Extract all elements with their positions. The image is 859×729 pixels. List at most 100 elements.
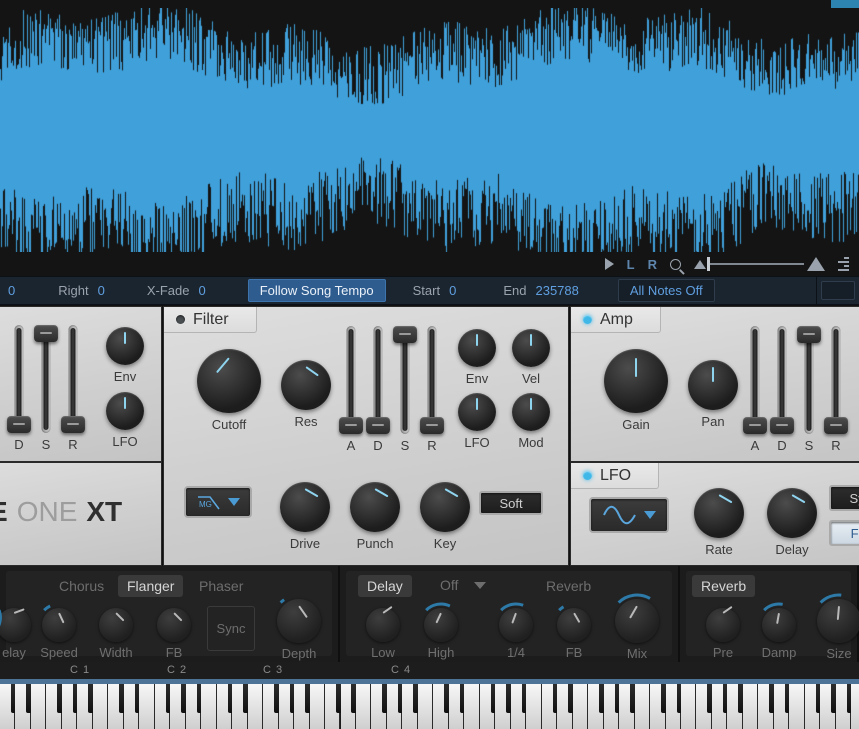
knob-cutoff[interactable]: Cutoff <box>185 349 273 432</box>
knob-dial[interactable] <box>458 329 496 367</box>
knob-dial[interactable] <box>106 392 144 430</box>
right-channel-label[interactable]: R <box>648 257 657 272</box>
knob-dial[interactable] <box>280 482 330 532</box>
white-key[interactable] <box>742 684 759 729</box>
slider-filter-r[interactable]: R <box>419 326 445 453</box>
amp-power-led[interactable] <box>583 315 592 324</box>
chevron-down-icon[interactable] <box>474 581 487 589</box>
slider-filter-d[interactable]: D <box>365 326 391 453</box>
knob-filter-mod[interactable]: Mod <box>503 393 559 450</box>
slider-filter-s[interactable]: S <box>392 326 418 453</box>
all-notes-off-button[interactable]: All Notes Off <box>617 279 715 302</box>
white-key[interactable] <box>247 684 264 729</box>
knob-punch[interactable]: Punch <box>337 482 413 551</box>
knob-filter-env[interactable]: Env <box>449 329 505 386</box>
soft-button[interactable]: Soft <box>479 491 543 515</box>
white-key[interactable] <box>572 684 589 729</box>
knob-dial[interactable] <box>0 608 31 642</box>
white-key[interactable] <box>92 684 109 729</box>
end-field[interactable]: End 235788 <box>503 283 579 298</box>
slider-r-left[interactable]: R <box>60 325 86 452</box>
slider-thumb[interactable] <box>824 417 848 434</box>
xfade-value[interactable]: 0 <box>198 283 205 298</box>
end-value[interactable]: 235788 <box>535 283 578 298</box>
slider-thumb[interactable] <box>393 326 417 343</box>
knob-dial[interactable] <box>557 605 591 642</box>
white-key[interactable] <box>417 684 434 729</box>
modulation-sync-button[interactable]: Sync <box>207 606 255 651</box>
slider-amp-s[interactable]: S <box>796 326 822 453</box>
chevron-down-icon[interactable] <box>644 511 656 519</box>
knob-fb-mod[interactable]: FB <box>148 608 200 660</box>
knob-delay-low[interactable]: Low <box>357 605 409 660</box>
white-key[interactable] <box>634 684 651 729</box>
knob-dial[interactable] <box>512 329 550 367</box>
zoom-slider[interactable] <box>694 257 825 271</box>
waveform-canvas[interactable] <box>0 8 859 252</box>
slider-thumb[interactable] <box>34 325 58 342</box>
lfo-waveform-selector[interactable] <box>589 497 669 533</box>
knob-pan[interactable]: Pan <box>675 360 751 429</box>
slider-thumb[interactable] <box>366 417 390 434</box>
lfo-sync-button[interactable]: Sync <box>829 485 859 511</box>
right-field[interactable]: Right 0 <box>58 283 105 298</box>
slider-amp-d[interactable]: D <box>769 326 795 453</box>
zoom-out-icon[interactable] <box>694 259 706 269</box>
follow-song-tempo-button[interactable]: Follow Song Tempo <box>247 279 386 302</box>
chevron-down-icon[interactable] <box>228 498 240 506</box>
tab-reverb-secondary[interactable]: Reverb <box>537 575 600 597</box>
white-key[interactable] <box>681 684 697 729</box>
knob-dial[interactable] <box>458 393 496 431</box>
knob-speed[interactable]: Speed <box>33 604 85 660</box>
knob-dial[interactable] <box>106 327 144 365</box>
white-key[interactable] <box>30 684 47 729</box>
white-key[interactable] <box>139 684 155 729</box>
slider-amp-r[interactable]: R <box>823 326 849 453</box>
white-key[interactable] <box>201 684 217 729</box>
white-key[interactable] <box>851 684 859 729</box>
white-key[interactable] <box>526 684 542 729</box>
filter-power-led[interactable] <box>176 315 185 324</box>
knob-delay-fb[interactable]: FB <box>548 605 600 660</box>
knob-lfo-rate[interactable]: Rate <box>681 488 757 557</box>
right-value[interactable]: 0 <box>98 283 105 298</box>
start-field[interactable]: Start 0 <box>413 283 457 298</box>
knob-width[interactable]: Width <box>90 608 142 660</box>
knob-reverb-damp[interactable]: Damp <box>753 602 805 660</box>
knob-dial[interactable] <box>42 604 76 642</box>
zoom-handle[interactable] <box>707 257 710 271</box>
zoom-track[interactable] <box>707 257 804 271</box>
knob-dial[interactable] <box>615 593 659 643</box>
knob-dial[interactable] <box>762 602 796 642</box>
list-icon[interactable] <box>838 257 849 271</box>
slider-thumb[interactable] <box>770 417 794 434</box>
knob-lfo-delay[interactable]: Delay <box>754 488 830 557</box>
knob-dial[interactable] <box>157 608 191 642</box>
left-marker-value[interactable]: 0 <box>8 283 15 298</box>
delay-mode-dropdown[interactable]: Off <box>440 577 487 593</box>
knob-dial[interactable] <box>99 608 133 642</box>
knob-gain[interactable]: Gain <box>592 349 680 432</box>
knob-drive[interactable]: Drive <box>267 482 343 551</box>
white-key[interactable] <box>309 684 326 729</box>
knob-delay-time[interactable]: 1/4 <box>490 602 542 660</box>
knob-dial[interactable] <box>767 488 817 538</box>
slider-d-left[interactable]: D <box>6 325 32 452</box>
magnifier-icon[interactable] <box>670 258 681 270</box>
slider-s-left[interactable]: S <box>33 325 59 452</box>
knob-dial[interactable] <box>688 360 738 410</box>
knob-res[interactable]: Res <box>268 360 344 429</box>
knob-key[interactable]: Key <box>407 482 483 551</box>
knob-lfo-left[interactable]: LFO <box>97 392 153 449</box>
slider-thumb[interactable] <box>420 417 444 434</box>
knob-dial[interactable] <box>281 360 331 410</box>
knob-dial[interactable] <box>694 488 744 538</box>
slider-thumb[interactable] <box>7 416 31 433</box>
toolbar-extra-button[interactable] <box>821 281 855 300</box>
knob-reverb-size[interactable]: Size <box>810 593 859 661</box>
piano-keys[interactable] <box>0 684 859 729</box>
knob-dial[interactable] <box>366 605 400 642</box>
knob-delay-mix[interactable]: Mix <box>608 593 666 661</box>
slider-thumb[interactable] <box>61 416 85 433</box>
zoom-in-icon[interactable] <box>807 257 825 271</box>
